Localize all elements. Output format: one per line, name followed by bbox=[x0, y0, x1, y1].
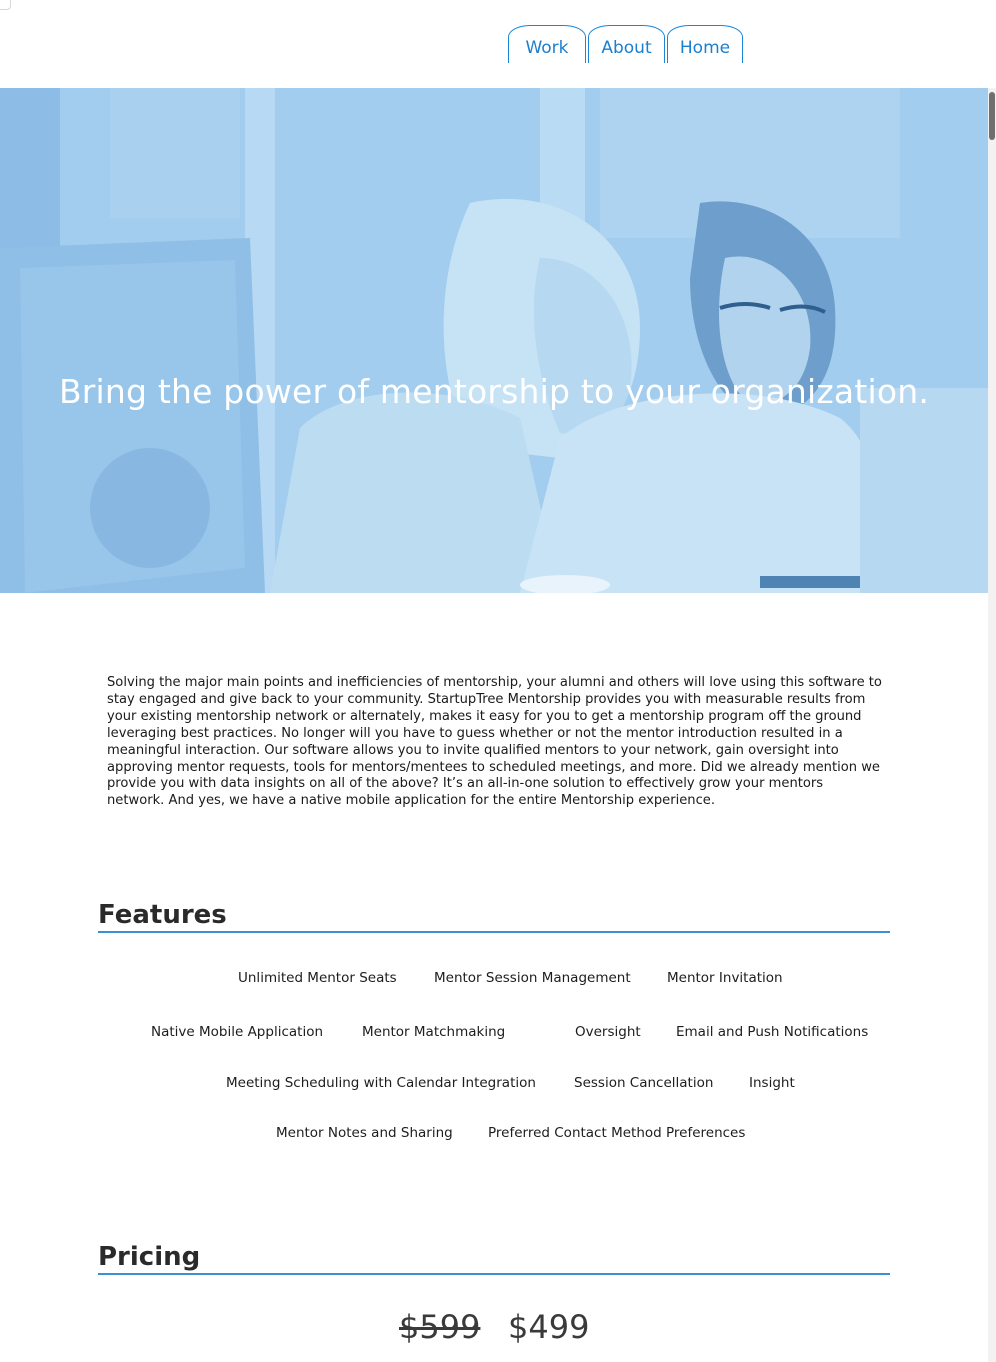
main-nav: Work About Home bbox=[508, 25, 745, 63]
feature-item: Unlimited Mentor Seats bbox=[238, 970, 397, 986]
features-heading: Features bbox=[98, 900, 890, 933]
nav-tab-home[interactable]: Home bbox=[667, 25, 743, 63]
hero-photo bbox=[0, 88, 988, 593]
old-price: $599 bbox=[399, 1308, 481, 1346]
feature-item: Meeting Scheduling with Calendar Integra… bbox=[226, 1075, 536, 1091]
scrollbar-thumb[interactable] bbox=[989, 92, 995, 140]
feature-item: Mentor Notes and Sharing bbox=[276, 1125, 453, 1141]
nav-tab-work[interactable]: Work bbox=[508, 25, 586, 63]
hero-title: Bring the power of mentorship to your or… bbox=[58, 372, 930, 412]
feature-item: Mentor Matchmaking bbox=[362, 1024, 506, 1040]
feature-item: Preferred Contact Method Preferences bbox=[488, 1125, 746, 1141]
pricing-heading: Pricing bbox=[98, 1242, 890, 1275]
hero-banner: Bring the power of mentorship to your or… bbox=[0, 88, 988, 593]
nav-tab-about[interactable]: About bbox=[588, 25, 665, 63]
feature-item: Native Mobile Application bbox=[151, 1024, 324, 1040]
feature-item: Mentor Session Management bbox=[434, 970, 631, 986]
intro-paragraph: Solving the major main points and ineffi… bbox=[107, 675, 882, 809]
feature-item: Insight bbox=[749, 1075, 795, 1091]
top-navigation-bar: Work About Home bbox=[0, 0, 996, 88]
feature-item: Session Cancellation bbox=[574, 1075, 714, 1091]
current-price: $499 bbox=[508, 1308, 590, 1346]
corner-mark bbox=[0, 0, 11, 10]
scrollbar-track[interactable] bbox=[988, 88, 996, 1362]
feature-item: Oversight bbox=[575, 1024, 641, 1040]
feature-item: Email and Push Notifications bbox=[676, 1024, 869, 1040]
feature-item: Mentor Invitation bbox=[667, 970, 783, 986]
